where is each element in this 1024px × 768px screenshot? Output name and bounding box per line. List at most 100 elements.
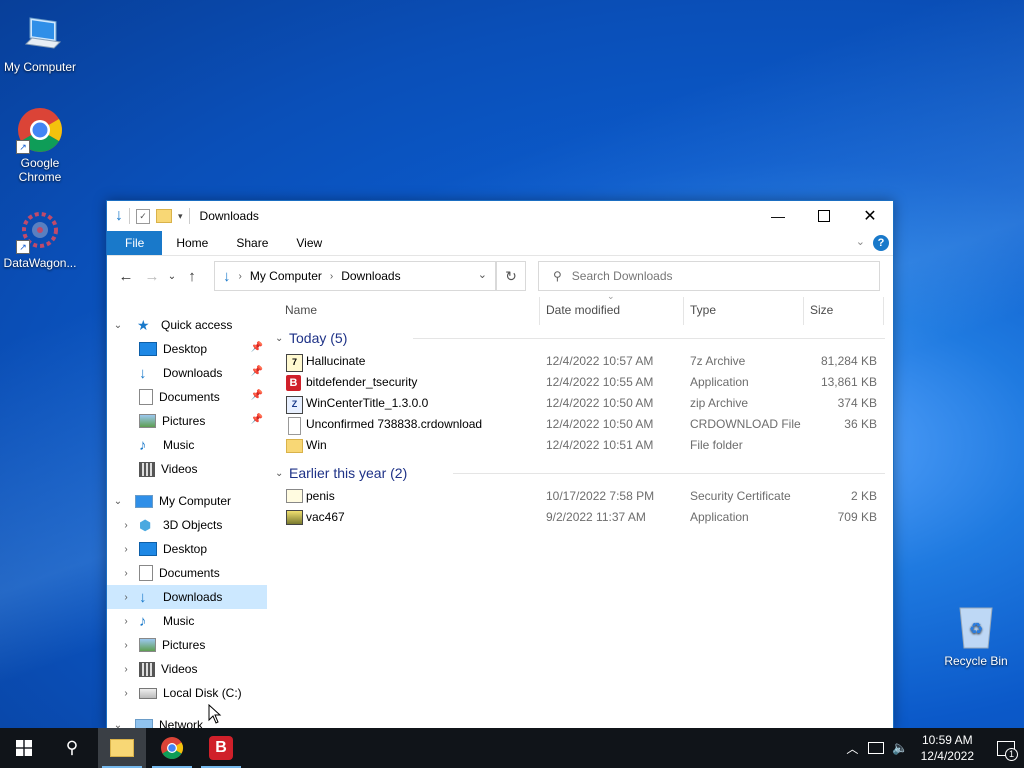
file-row[interactable]: B bitdefender_tsecurity 12/4/2022 10:55 … [273, 372, 893, 393]
properties-icon[interactable]: ✓ [136, 208, 150, 224]
show-hidden-icons-chevron-icon[interactable]: ︿ [846, 740, 858, 757]
chevron-right-icon: › [329, 270, 334, 282]
taskbar-file-explorer[interactable] [98, 728, 146, 768]
bitdefender-icon: B [286, 375, 301, 391]
shortcut-arrow-icon: ↗ [16, 240, 30, 254]
refresh-button[interactable]: ↻ [496, 261, 526, 291]
pin-icon[interactable]: 📌 [251, 414, 263, 425]
action-center-button[interactable]: 1 [988, 728, 1024, 768]
file-row[interactable]: penis 10/17/2022 7:58 PM Security Certif… [273, 486, 893, 507]
desktop-icon-google-chrome[interactable]: ↗ Google Chrome [0, 106, 80, 184]
music-icon: ♪ [139, 437, 147, 454]
file-type: File folder [690, 438, 743, 452]
network-icon[interactable] [868, 742, 885, 754]
file-row[interactable]: Win 12/4/2022 10:51 AM File folder [273, 435, 893, 456]
pin-icon[interactable]: 📌 [251, 390, 263, 401]
collapse-chevron-icon[interactable]: ⌄ [275, 333, 289, 344]
bitdefender-icon: B [209, 736, 233, 760]
expand-ribbon-chevron-icon[interactable]: ⌄ [856, 235, 865, 248]
nav-qa-music[interactable]: ♪ Music [107, 433, 267, 457]
column-size[interactable]: Size [810, 303, 833, 317]
new-folder-icon[interactable] [156, 209, 172, 223]
desktop-icon-my-computer[interactable]: My Computer [0, 10, 80, 74]
nav-downloads[interactable]: › ↓ Downloads [107, 585, 267, 609]
chevron-right-icon[interactable]: › [119, 544, 133, 555]
taskbar-chrome[interactable] [148, 728, 196, 768]
tab-share[interactable]: Share [222, 231, 282, 255]
clock[interactable]: 10:59 AM 12/4/2022 [921, 732, 974, 764]
pin-icon[interactable]: 📌 [251, 366, 263, 377]
expand-chevron-icon[interactable]: ⌄ [111, 496, 125, 507]
music-icon: ♪ [139, 613, 147, 630]
column-divider[interactable] [883, 297, 884, 325]
nav-documents[interactable]: › Documents [107, 561, 267, 585]
nav-label: Music [163, 614, 195, 628]
nav-qa-downloads[interactable]: ↓ Downloads 📌 [107, 361, 267, 385]
nav-3d-objects[interactable]: › ⬢ 3D Objects [107, 513, 267, 537]
nav-my-computer[interactable]: ⌄ My Computer [107, 489, 267, 513]
file-row[interactable]: 7 Hallucinate 12/4/2022 10:57 AM 7z Arch… [273, 351, 893, 372]
quick-access-toolbar: ↓ ✓ ▾ [107, 207, 196, 225]
column-date-modified[interactable]: Date modified [546, 303, 620, 317]
group-label: Earlier this year (2) [289, 465, 408, 481]
minimize-button[interactable]: — [755, 201, 801, 231]
star-icon: ★ [137, 317, 150, 333]
tab-home[interactable]: Home [162, 231, 222, 255]
title-bar[interactable]: ↓ ✓ ▾ Downloads — ✕ [107, 201, 893, 231]
chevron-right-icon[interactable]: › [119, 640, 133, 651]
breadcrumb-my-computer[interactable]: My Computer [250, 269, 322, 283]
address-bar[interactable]: ↓ › My Computer › Downloads ⌄ [214, 261, 496, 291]
chevron-right-icon[interactable]: › [119, 592, 133, 603]
column-divider[interactable] [539, 297, 540, 325]
up-button[interactable]: ↑ [179, 268, 205, 285]
nav-qa-videos[interactable]: Videos [107, 457, 267, 481]
column-divider[interactable] [683, 297, 684, 325]
nav-quick-access[interactable]: ⌄ ★ Quick access [107, 313, 267, 337]
nav-qa-desktop[interactable]: Desktop 📌 [107, 337, 267, 361]
pin-icon[interactable]: 📌 [251, 342, 263, 353]
taskbar-bitdefender[interactable]: B [197, 728, 245, 768]
chevron-right-icon[interactable]: › [119, 616, 133, 627]
maximize-button[interactable] [801, 201, 847, 231]
forward-button[interactable]: → [139, 268, 165, 285]
nav-desktop[interactable]: › Desktop [107, 537, 267, 561]
address-dropdown-icon[interactable]: ⌄ [478, 268, 487, 281]
file-name: Unconfirmed 738838.crdownload [306, 417, 483, 431]
group-header-today[interactable]: ⌄ Today (5) [273, 325, 893, 351]
chevron-right-icon[interactable]: › [119, 688, 133, 699]
file-type: zip Archive [690, 396, 749, 410]
column-type[interactable]: Type [690, 303, 716, 317]
file-row[interactable]: Unconfirmed 738838.crdownload 12/4/2022 … [273, 414, 893, 435]
volume-icon[interactable]: 🔈 [892, 740, 908, 756]
tab-file[interactable]: File [107, 231, 163, 255]
group-header-earlier-this-year[interactable]: ⌄ Earlier this year (2) [273, 460, 893, 486]
expand-chevron-icon[interactable]: ⌄ [111, 320, 125, 331]
file-row[interactable]: vac467 9/2/2022 11:37 AM Application 709… [273, 507, 893, 528]
nav-qa-documents[interactable]: Documents 📌 [107, 385, 267, 409]
desktop-icon-datawagon[interactable]: ↗ DataWagon... [0, 206, 80, 270]
help-icon[interactable]: ? [873, 235, 889, 251]
search-input[interactable]: ⚲ Search Downloads [538, 261, 880, 291]
desktop-icon-recycle-bin[interactable]: ♻ Recycle Bin [938, 604, 1014, 668]
tab-view[interactable]: View [282, 231, 336, 255]
breadcrumb-downloads[interactable]: Downloads [341, 269, 400, 283]
search-button[interactable]: ⚲ [48, 728, 96, 768]
file-row[interactable]: Z WinCenterTitle_1.3.0.0 12/4/2022 10:50… [273, 393, 893, 414]
nav-music[interactable]: › ♪ Music [107, 609, 267, 633]
nav-qa-pictures[interactable]: Pictures 📌 [107, 409, 267, 433]
column-name[interactable]: Name [285, 303, 317, 317]
chevron-right-icon[interactable]: › [119, 568, 133, 579]
nav-local-disk[interactable]: › Local Disk (C:) [107, 681, 267, 705]
customize-toolbar-chevron-icon[interactable]: ▾ [178, 211, 183, 222]
file-explorer-window[interactable]: ↓ ✓ ▾ Downloads — ✕ File Home Share View… [106, 200, 894, 730]
collapse-chevron-icon[interactable]: ⌄ [275, 468, 289, 479]
back-button[interactable]: ← [113, 268, 139, 285]
nav-pictures[interactable]: › Pictures [107, 633, 267, 657]
chevron-right-icon[interactable]: › [119, 520, 133, 531]
recent-locations-button[interactable]: ⌄ [165, 271, 179, 282]
nav-videos[interactable]: › Videos [107, 657, 267, 681]
start-button[interactable] [0, 728, 48, 768]
chevron-right-icon[interactable]: › [119, 664, 133, 675]
column-divider[interactable] [803, 297, 804, 325]
close-button[interactable]: ✕ [847, 201, 893, 231]
